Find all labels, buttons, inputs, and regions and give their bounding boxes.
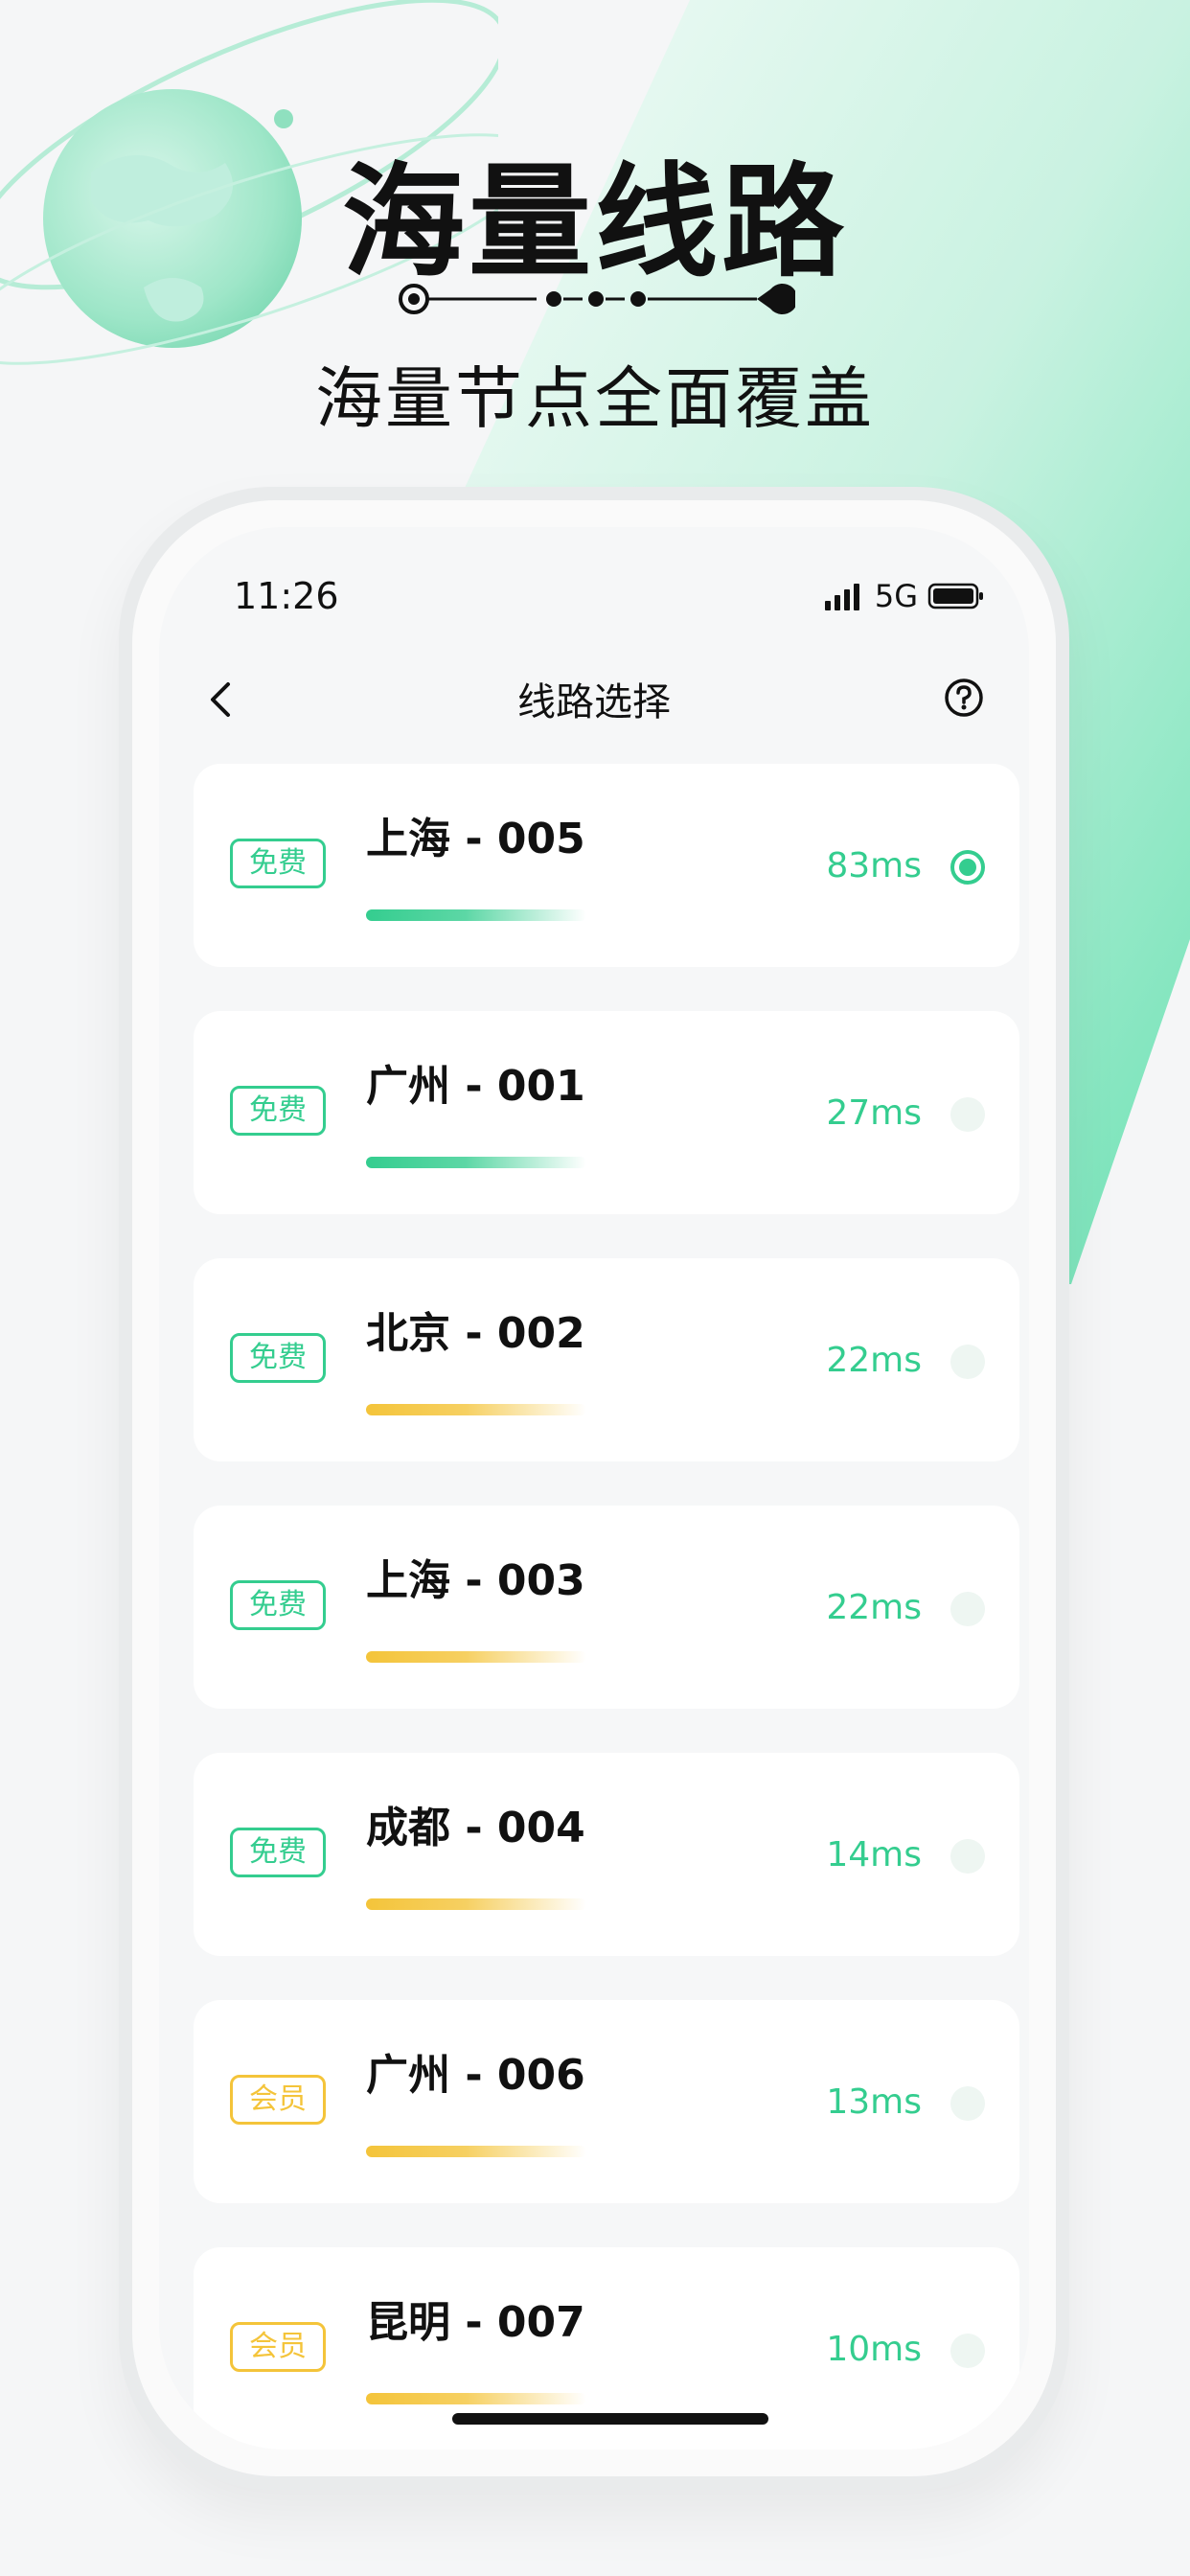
- network-type: 5G: [874, 578, 918, 614]
- hero-subtitle: 海量节点全面覆盖: [315, 359, 875, 438]
- quality-bar-fill: [366, 1898, 586, 1910]
- status-indicators: 5G: [823, 578, 985, 614]
- question-circle-icon[interactable]: [943, 677, 985, 719]
- quality-bar: [366, 2146, 586, 2157]
- tier-badge: 免费: [230, 1580, 326, 1630]
- quality-bar-fill: [366, 2393, 586, 2404]
- line-name: 广州 - 006: [366, 2051, 585, 2100]
- line-row[interactable]: 免费 成都 - 004 14ms: [194, 1753, 1019, 1956]
- signal-icon: [824, 584, 859, 610]
- select-radio[interactable]: [950, 1345, 985, 1379]
- tier-badge: 会员: [230, 2075, 326, 2125]
- quality-bar: [366, 2393, 586, 2404]
- line-row[interactable]: 免费 广州 - 001 27ms: [194, 1011, 1019, 1214]
- line-name: 北京 - 002: [366, 1309, 585, 1358]
- quality-bar-fill: [366, 909, 586, 921]
- page-title: 线路选择: [517, 680, 671, 724]
- status-bar: 11:26 5G: [159, 527, 1029, 623]
- line-row[interactable]: 免费 上海 - 005 83ms: [194, 764, 1019, 967]
- line-row[interactable]: 免费 北京 - 002 22ms: [194, 1258, 1019, 1461]
- quality-bar: [366, 1404, 586, 1415]
- route-decoration-icon: [399, 284, 795, 314]
- phone-frame: 11:26 5G 线路选择 免费 上海 - 005 83ms 免费 广州 - 0…: [119, 487, 1069, 2490]
- quality-bar-fill: [366, 1157, 586, 1168]
- select-radio[interactable]: [950, 1097, 985, 1132]
- latency-value: 27ms: [826, 1093, 922, 1133]
- quality-bar: [366, 1651, 586, 1663]
- tier-badge: 免费: [230, 1828, 326, 1877]
- quality-bar: [366, 1157, 586, 1168]
- latency-value: 13ms: [826, 2082, 922, 2122]
- line-name: 上海 - 005: [366, 815, 585, 863]
- select-radio[interactable]: [950, 2086, 985, 2121]
- nav-bar: 线路选择: [159, 657, 1029, 734]
- hero-title: 海量线路: [341, 151, 848, 294]
- tier-badge: 免费: [230, 1333, 326, 1383]
- select-radio[interactable]: [950, 2334, 985, 2368]
- phone-bezel: 11:26 5G 线路选择 免费 上海 - 005 83ms 免费 广州 - 0…: [132, 500, 1056, 2476]
- select-radio[interactable]: [950, 850, 985, 885]
- battery-icon: [927, 583, 983, 610]
- line-row[interactable]: 免费 上海 - 003 22ms: [194, 1506, 1019, 1709]
- latency-value: 22ms: [826, 1588, 922, 1627]
- quality-bar-fill: [366, 1404, 586, 1415]
- phone-screen: 11:26 5G 线路选择 免费 上海 - 005 83ms 免费 广州 - 0…: [159, 527, 1029, 2450]
- line-name: 广州 - 001: [366, 1062, 585, 1111]
- latency-value: 10ms: [826, 2330, 922, 2369]
- quality-bar-fill: [366, 1651, 586, 1663]
- latency-value: 83ms: [826, 846, 922, 886]
- quality-bar: [366, 1898, 586, 1910]
- tier-badge: 免费: [230, 1086, 326, 1136]
- latency-value: 14ms: [826, 1835, 922, 1874]
- line-name: 昆明 - 007: [366, 2298, 585, 2347]
- quality-bar: [366, 909, 586, 921]
- select-radio[interactable]: [950, 1592, 985, 1626]
- line-name: 上海 - 003: [366, 1556, 585, 1605]
- quality-bar-fill: [366, 2146, 586, 2157]
- select-radio[interactable]: [950, 1839, 985, 1874]
- line-row[interactable]: 会员 广州 - 006 13ms: [194, 2000, 1019, 2203]
- latency-value: 22ms: [826, 1341, 922, 1380]
- line-name: 成都 - 004: [366, 1804, 585, 1852]
- home-indicator: [452, 2413, 768, 2425]
- status-time: 11:26: [234, 575, 339, 617]
- tier-badge: 会员: [230, 2322, 326, 2372]
- tier-badge: 免费: [230, 839, 326, 888]
